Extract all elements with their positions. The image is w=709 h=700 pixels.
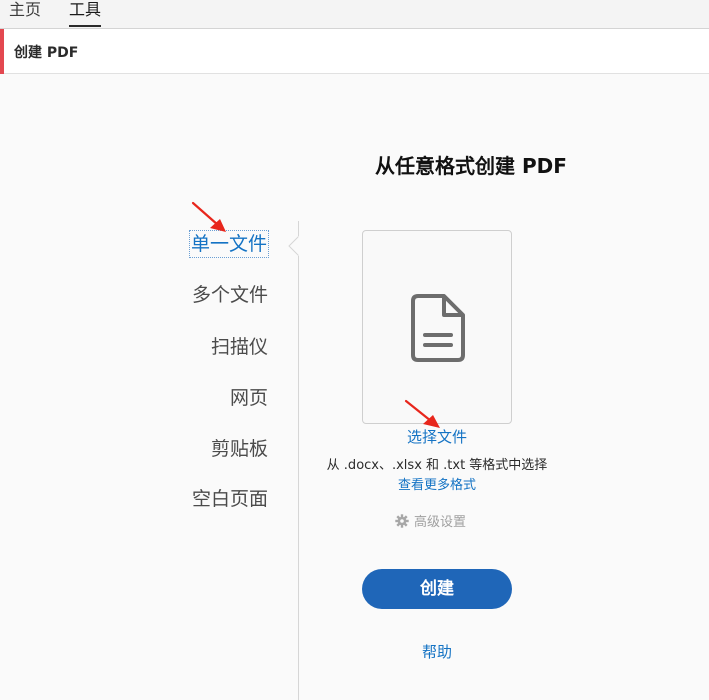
- file-drop-card[interactable]: [362, 230, 512, 424]
- sidebar-item-multiple-files[interactable]: 多个文件: [192, 282, 268, 308]
- tool-title: 创建 PDF: [14, 45, 79, 61]
- sidebar-item-clipboard[interactable]: 剪贴板: [211, 436, 268, 462]
- gear-icon: [395, 514, 409, 528]
- advanced-settings[interactable]: 高级设置: [395, 511, 466, 530]
- sidebar-item-blank-page[interactable]: 空白页面: [192, 486, 268, 512]
- annotation-arrow: [404, 399, 440, 428]
- tab-tools[interactable]: 工具: [69, 0, 102, 28]
- help-link[interactable]: 帮助: [362, 641, 512, 662]
- advanced-settings-label: 高级设置: [414, 515, 467, 530]
- format-hint: 从 .docx、.xlsx 和 .txt 等格式中选择: [326, 458, 548, 473]
- annotation-arrow: [191, 201, 226, 232]
- more-formats-link[interactable]: 查看更多格式: [362, 474, 512, 493]
- tool-header: 创建 PDF: [0, 29, 709, 74]
- tool-header-accent: [0, 29, 4, 74]
- page-title: 从任意格式创建 PDF: [375, 154, 567, 178]
- create-button[interactable]: 创建: [362, 569, 512, 609]
- active-pointer: [288, 236, 300, 256]
- sidebar-divider: [298, 221, 299, 700]
- sidebar-item-web-page[interactable]: 网页: [230, 385, 268, 411]
- sidebar-item-scanner[interactable]: 扫描仪: [211, 334, 268, 360]
- tab-home[interactable]: 主页: [9, 0, 41, 28]
- top-menu-bar: 主页 工具: [0, 0, 709, 29]
- document-icon: [411, 294, 465, 362]
